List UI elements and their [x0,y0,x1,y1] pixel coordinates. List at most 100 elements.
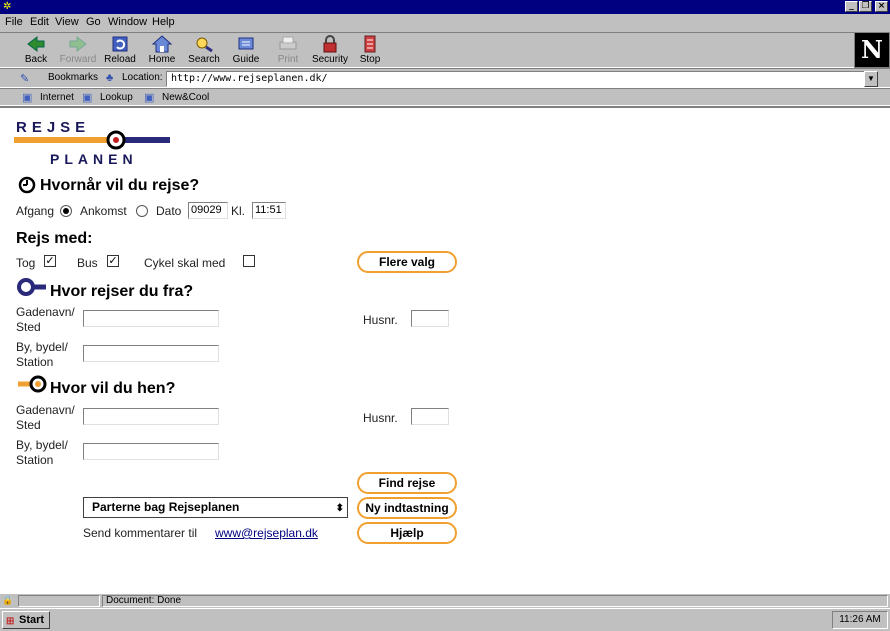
guide-icon [238,37,254,50]
to-heading: Hvor vil du hen? [50,380,176,397]
stop-icon [364,35,376,53]
partner-select-value: Parterne bag Rejseplanen [92,500,240,514]
bookmarks-button[interactable]: Bookmarks [48,72,98,83]
from-by-label-1: By, bydel/ [16,340,68,354]
to-gade-label-1: Gadenavn/ [16,403,75,417]
guide-button[interactable]: Guide [224,35,268,69]
guide-label: Guide [232,54,260,65]
lookup-link[interactable]: Lookup [100,92,133,103]
menu-bar: File Edit View Go Window Help [0,14,890,32]
app-icon: ✲ [3,1,12,12]
rejseplanen-logo[interactable]: REJSE PLANEN [10,112,175,168]
close-button[interactable]: × [875,1,888,12]
print-icon [279,36,297,50]
from-city-input[interactable] [83,345,219,362]
from-housenumber-input[interactable] [411,310,449,327]
stop-button[interactable]: Stop [348,35,392,69]
start-label: Start [19,614,45,626]
partner-select[interactable]: Parterne bag Rejseplanen ⬍ [83,497,348,518]
ankomst-radio[interactable] [136,205,148,217]
location-label: Location: [122,72,163,83]
to-by-label-1: By, bydel/ [16,438,68,452]
print-button[interactable]: Print [266,35,310,69]
home-button[interactable]: Home [140,35,184,69]
lookup-bookmark-icon: ▣ [82,92,93,104]
from-by-label-2: Station [16,355,54,369]
to-city-input[interactable] [83,443,219,460]
navigation-toolbar: Back Forward Reload Home Search Guide Pr… [0,32,890,68]
menu-file[interactable]: File [5,16,23,28]
bus-checkbox[interactable]: ✓ [107,255,119,267]
hjaelp-button[interactable]: Hjælp [357,522,457,544]
taskbar-clock: 11:26 AM [832,611,888,629]
comment-email-link[interactable]: www@rejseplan.dk [215,526,318,540]
comment-text: Send kommentarer til [83,526,198,540]
when-heading: Hvornår vil du rejse? [40,177,200,194]
destination-marker-icon [18,375,47,393]
bus-label: Bus [77,256,98,270]
netscape-logo[interactable]: N [854,32,890,68]
from-street-input[interactable] [83,310,219,327]
to-by-label-2: Station [16,453,54,467]
afgang-radio[interactable] [60,205,72,217]
home-icon [151,35,173,53]
tog-checkbox[interactable]: ✓ [44,255,56,267]
search-button[interactable]: Search [182,35,226,69]
dato-label: Dato [156,204,182,218]
maximize-button[interactable]: ❐ [859,1,872,12]
reload-label: Reload [104,54,136,65]
reload-icon [112,36,128,52]
mode-heading: Rejs med: [16,230,93,247]
bookmark-icon: ✎ [20,73,30,85]
newcool-link[interactable]: New&Cool [162,92,209,103]
home-label: Home [148,54,176,65]
menu-view[interactable]: View [55,16,79,28]
url-dropdown-icon[interactable]: ▼ [864,71,878,87]
logo-text-top: REJSE [16,119,90,136]
internet-bookmark-icon: ▣ [22,92,33,104]
search-label: Search [188,54,220,65]
tog-label: Tog [16,256,36,270]
time-input[interactable]: 11:51 [252,202,286,219]
security-button[interactable]: Security [308,35,352,69]
cykel-checkbox[interactable] [243,255,255,267]
title-bar: ✲ [0,0,890,14]
menu-go[interactable]: Go [86,16,101,28]
from-husnr-label: Husnr. [363,313,398,327]
flere-valg-button[interactable]: Flere valg [357,251,457,273]
forward-button[interactable]: Forward [56,35,100,69]
ny-indtastning-button[interactable]: Ny indtastning [357,497,457,519]
lock-icon [323,35,337,53]
to-street-input[interactable] [83,408,219,425]
progress-bar [18,595,100,607]
menu-edit[interactable]: Edit [30,16,49,28]
to-housenumber-input[interactable] [411,408,449,425]
menu-help[interactable]: Help [152,16,175,28]
find-rejse-button[interactable]: Find rejse [357,472,457,494]
url-input[interactable]: http://www.rejseplanen.dk/ [166,71,866,87]
back-button[interactable]: Back [14,35,58,69]
from-gade-label-2: Sted [16,320,41,334]
to-gade-label-2: Sted [16,418,41,432]
kl-label: Kl. [231,204,246,218]
minimize-button[interactable]: _ [845,1,858,12]
page-proxy-icon[interactable]: ♣ [106,72,113,84]
page-content: REJSE PLANEN Hvornår vil du rejse? Afgan… [0,106,890,594]
stop-label: Stop [359,54,381,65]
start-button[interactable]: ⊞ Start [2,611,50,629]
status-bar: 🔒 Document: Done [0,594,890,608]
taskbar [0,608,890,631]
newcool-bookmark-icon: ▣ [144,92,155,104]
security-status-icon[interactable]: 🔒 [2,595,16,607]
logo-text-bottom: PLANEN [50,151,138,167]
security-label: Security [311,54,349,65]
personal-toolbar: ▣ Internet ▣ Lookup ▣ New&Cool [0,88,890,106]
internet-link[interactable]: Internet [40,92,74,103]
forward-arrow-icon [69,35,87,53]
origin-marker-icon [17,278,46,296]
date-input[interactable]: 09029 [188,202,228,219]
menu-window[interactable]: Window [108,16,147,28]
reload-button[interactable]: Reload [98,35,142,69]
back-label: Back [24,54,48,65]
cykel-label: Cykel skal med [144,256,226,270]
